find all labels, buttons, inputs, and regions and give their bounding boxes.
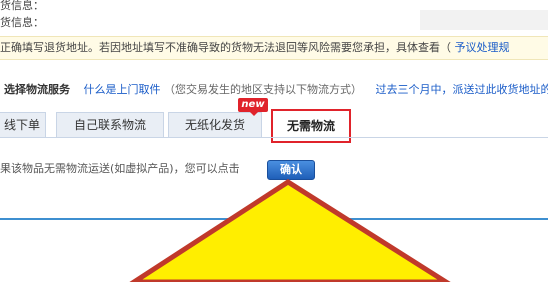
arrow-triangle	[129, 179, 451, 282]
pointer-arrow-icon	[129, 179, 451, 282]
